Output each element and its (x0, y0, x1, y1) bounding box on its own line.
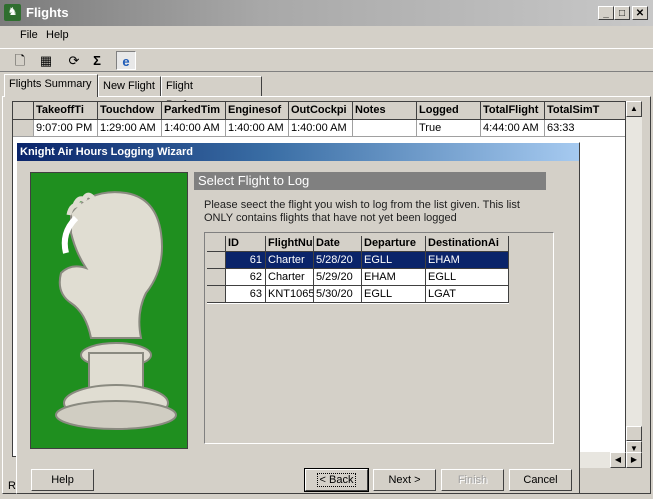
window-title: Flights (26, 5, 69, 20)
table-cell[interactable]: 63:33 (545, 120, 625, 137)
table-cell[interactable]: EGLL (426, 269, 509, 286)
instructions: Please seect the flight you wish to log … (204, 199, 544, 225)
column-header[interactable]: Logged (417, 102, 481, 120)
scroll-left-icon[interactable]: ◀ (610, 452, 626, 468)
table-cell[interactable] (353, 120, 417, 137)
table-cell[interactable]: 1:40:00 AM (226, 120, 289, 137)
table-cell[interactable]: 5/30/20 (314, 286, 362, 303)
table-cell[interactable]: 61 (226, 252, 266, 269)
table-cell[interactable]: Charter (266, 252, 314, 269)
back-button[interactable]: < Back (304, 468, 369, 492)
column-header[interactable]: Enginesof (226, 102, 289, 120)
table-cell[interactable]: 63 (226, 286, 266, 303)
column-header[interactable]: ParkedTim (162, 102, 226, 120)
column-header-date[interactable]: Date (314, 236, 362, 252)
sigma-icon[interactable]: Σ (87, 51, 107, 70)
table-cell[interactable]: EHAM (426, 252, 509, 269)
row-header[interactable] (207, 269, 226, 286)
table-cell[interactable]: EHAM (362, 269, 426, 286)
knight-chess-piece-icon (55, 191, 177, 430)
window-titlebar[interactable]: ♞ Flights _ □ ✕ (0, 0, 653, 26)
minimize-button[interactable]: _ (598, 6, 614, 20)
step-title: Select Flight to Log (194, 172, 546, 190)
table-cell[interactable]: 4:44:00 AM (481, 120, 545, 137)
new-document-icon[interactable]: 🗋 (10, 51, 30, 70)
column-header-flightnum[interactable]: FlightNu (266, 236, 314, 252)
scroll-thumb[interactable] (626, 426, 642, 441)
table-cell[interactable]: 5/28/20 (314, 252, 362, 269)
instruction-line: ONLY contains flights that have not yet … (204, 212, 457, 224)
table-cell[interactable]: 1:40:00 AM (162, 120, 226, 137)
grid-corner (207, 236, 226, 252)
table-cell[interactable]: 1:40:00 AM (289, 120, 353, 137)
status-bar-text: R (8, 480, 16, 492)
column-header-destination[interactable]: DestinationAi (426, 236, 509, 252)
table-cell[interactable]: 9:07:00 PM (34, 120, 98, 137)
grid-horizontal-scrollbar[interactable]: ◀ ▶ (580, 452, 642, 468)
table-cell[interactable]: EGLL (362, 252, 426, 269)
maximize-button[interactable]: □ (614, 6, 630, 20)
grid-corner (13, 102, 34, 120)
column-header[interactable]: OutCockpi (289, 102, 353, 120)
instruction-line: Please seect the flight you wish to log … (204, 199, 520, 211)
table-cell[interactable]: 5/29/20 (314, 269, 362, 286)
column-header[interactable]: TakeoffTi (34, 102, 98, 120)
row-header[interactable] (13, 120, 34, 137)
knight-logo (30, 172, 188, 449)
row-header[interactable] (207, 252, 226, 269)
row-header[interactable] (207, 286, 226, 303)
properties-icon[interactable]: ▦ (36, 51, 56, 70)
tab-new-flight[interactable]: New Flight (98, 76, 161, 96)
tab-flights-summary[interactable]: Flights Summary (4, 74, 98, 97)
column-header-departure[interactable]: Departure (362, 236, 426, 252)
table-cell[interactable]: True (417, 120, 481, 137)
tab-flight-performance[interactable]: Flight Performance (161, 76, 262, 111)
toolbar: 🗋 ▦ ⟳ Σ e (0, 48, 653, 72)
table-cell[interactable]: Charter (266, 269, 314, 286)
menu-bar: File Help (0, 26, 653, 46)
close-button[interactable]: ✕ (632, 6, 648, 20)
next-button[interactable]: Next > (373, 469, 436, 491)
scroll-up-icon[interactable]: ▲ (626, 101, 642, 117)
unlogged-flights-grid[interactable]: ID FlightNu Date Departure DestinationAi… (207, 236, 509, 304)
knight-app-icon: ♞ (4, 4, 21, 21)
cancel-button[interactable]: Cancel (509, 469, 572, 491)
table-cell[interactable]: 1:29:00 AM (98, 120, 162, 137)
column-header[interactable]: TotalSimT (545, 102, 625, 120)
table-cell[interactable]: LGAT (426, 286, 509, 303)
column-header-id[interactable]: ID (226, 236, 266, 252)
table-cell[interactable]: KNT1065 (266, 286, 314, 303)
wizard-title[interactable]: Knight Air Hours Logging Wizard (17, 143, 579, 161)
back-button-label: < Back (316, 473, 357, 487)
help-button[interactable]: Help (31, 469, 94, 491)
menu-help[interactable]: Help (46, 29, 69, 41)
menu-file[interactable]: File (20, 29, 38, 41)
table-cell[interactable]: EGLL (362, 286, 426, 303)
grid-vertical-scrollbar[interactable]: ▲ ▼ (626, 101, 642, 457)
column-header[interactable]: Notes (353, 102, 417, 120)
logging-wizard-dialog: Knight Air Hours Logging Wizard Select F… (16, 142, 580, 494)
column-header[interactable]: TotalFlight (481, 102, 545, 120)
column-header[interactable]: Touchdow (98, 102, 162, 120)
internet-explorer-icon[interactable]: e (116, 51, 136, 70)
finish-button[interactable]: Finish (441, 469, 504, 491)
table-cell[interactable]: 62 (226, 269, 266, 286)
scroll-right-icon[interactable]: ▶ (626, 452, 642, 468)
refresh-icon[interactable]: ⟳ (64, 51, 84, 70)
